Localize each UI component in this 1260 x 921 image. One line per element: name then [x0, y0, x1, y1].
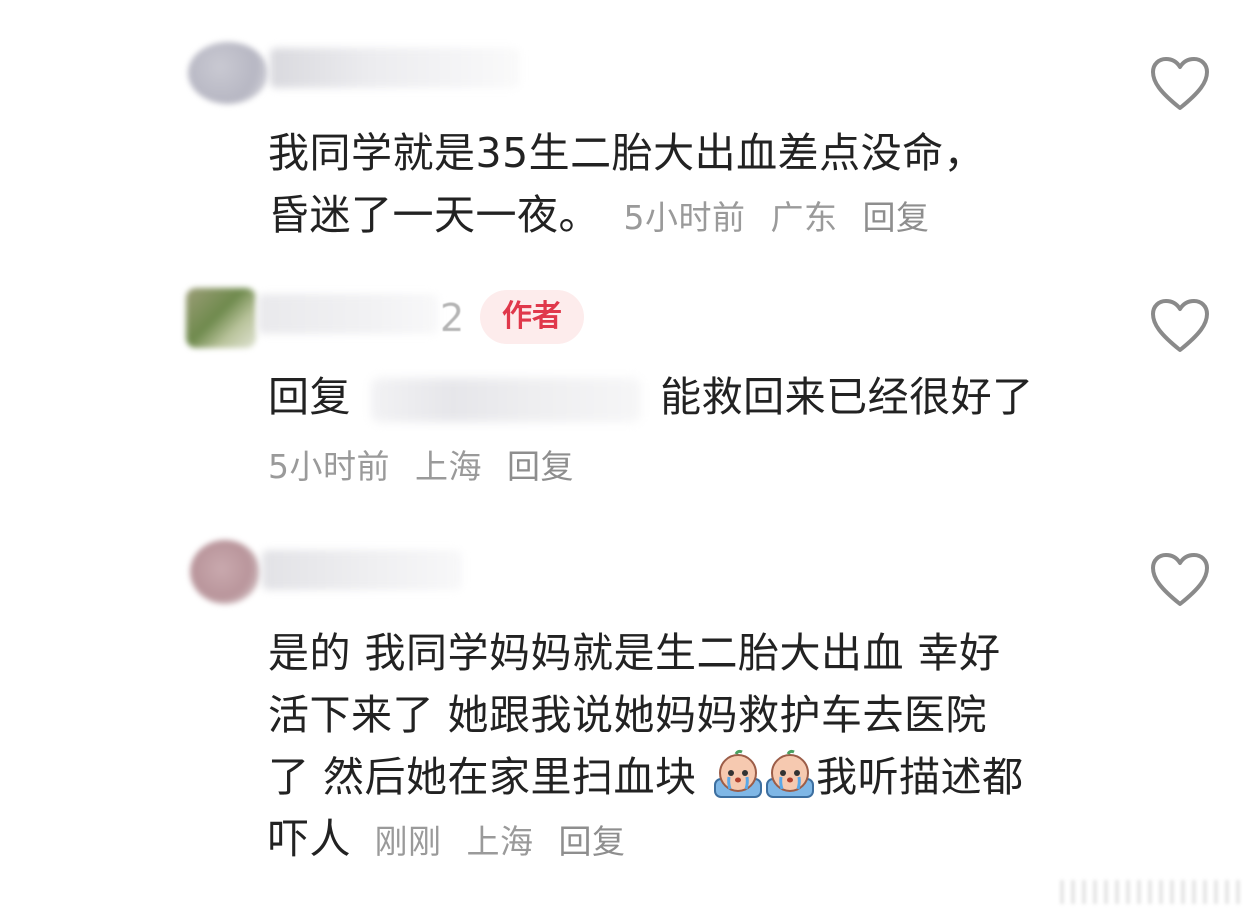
comment-text[interactable]: 我同学就是35生二胎大出血差点没命， 昏迷了一天一夜。 5小时前 广东 回复 — [268, 122, 985, 249]
heart-outline-icon[interactable] — [1150, 56, 1210, 112]
comment-line: 是的 我同学妈妈就是生二胎大出血 幸好 — [268, 629, 1001, 677]
comment-line-with-meta: 昏迷了一天一夜。 5小时前 广东 回复 — [268, 184, 985, 249]
comment-line: 回复 能救回来已经很好了 — [268, 366, 1034, 428]
comment-time: 5小时前 — [268, 447, 390, 486]
author-badge: 作者 — [480, 290, 584, 344]
comment-line-with-emoji: 了 然后她在家里扫血块 我听描述都 — [268, 746, 1024, 808]
comment-location: 上海 — [415, 447, 482, 486]
comment-meta: 5小时前 上海 回复 — [268, 428, 1034, 506]
crying-face-emoji-icon — [766, 749, 815, 798]
comment-location: 上海 — [466, 822, 534, 861]
reply-button[interactable]: 回复 — [559, 822, 626, 861]
comment-text[interactable]: 是的 我同学妈妈就是生二胎大出血 幸好 活下来了 她跟我说她妈妈救护车去医院 了… — [268, 622, 1024, 873]
username-redacted[interactable] — [262, 550, 462, 590]
comment-line: 活下来了 她跟我说她妈妈救护车去医院 — [268, 691, 988, 739]
comment-line: 了 然后她在家里扫血块 — [268, 753, 697, 801]
comment-text[interactable]: 回复 能救回来已经很好了 5小时前 上海 回复 — [268, 366, 1034, 506]
avatar[interactable] — [186, 288, 256, 348]
comment-time: 刚刚 — [374, 822, 442, 861]
comment-thread: 我同学就是35生二胎大出血差点没命， 昏迷了一天一夜。 5小时前 广东 回复 2… — [0, 0, 1260, 921]
comment-meta: 5小时前 广东 回复 — [624, 198, 944, 237]
username-fragment: 2 — [440, 296, 465, 340]
comment-line: 我听描述都 — [816, 753, 1024, 801]
username-redacted[interactable] — [270, 48, 520, 88]
comment-line-text: 能救回来已经很好了 — [660, 373, 1034, 421]
heart-outline-icon[interactable] — [1150, 298, 1210, 354]
mention-redacted[interactable] — [370, 378, 641, 422]
comment-line: 我同学就是35生二胎大出血差点没命， — [268, 129, 986, 177]
reply-prefix: 回复 — [268, 373, 351, 421]
watermark — [1060, 880, 1240, 904]
reply-button[interactable]: 回复 — [863, 198, 930, 237]
reply-button[interactable]: 回复 — [507, 447, 574, 486]
crying-face-emoji-icon — [714, 749, 763, 798]
heart-outline-icon[interactable] — [1150, 552, 1210, 608]
avatar[interactable] — [188, 42, 268, 104]
comment-line-with-meta: 吓人 刚刚 上海 回复 — [268, 808, 1024, 873]
avatar[interactable] — [190, 540, 260, 604]
comment-line: 吓人 — [268, 815, 351, 863]
comment-time: 5小时前 — [623, 198, 746, 237]
comment-line: 昏迷了一天一夜。 — [268, 191, 600, 239]
username-redacted[interactable] — [258, 294, 438, 334]
comment-meta: 刚刚 上海 回复 — [375, 822, 640, 861]
comment-location: 广东 — [770, 198, 838, 237]
